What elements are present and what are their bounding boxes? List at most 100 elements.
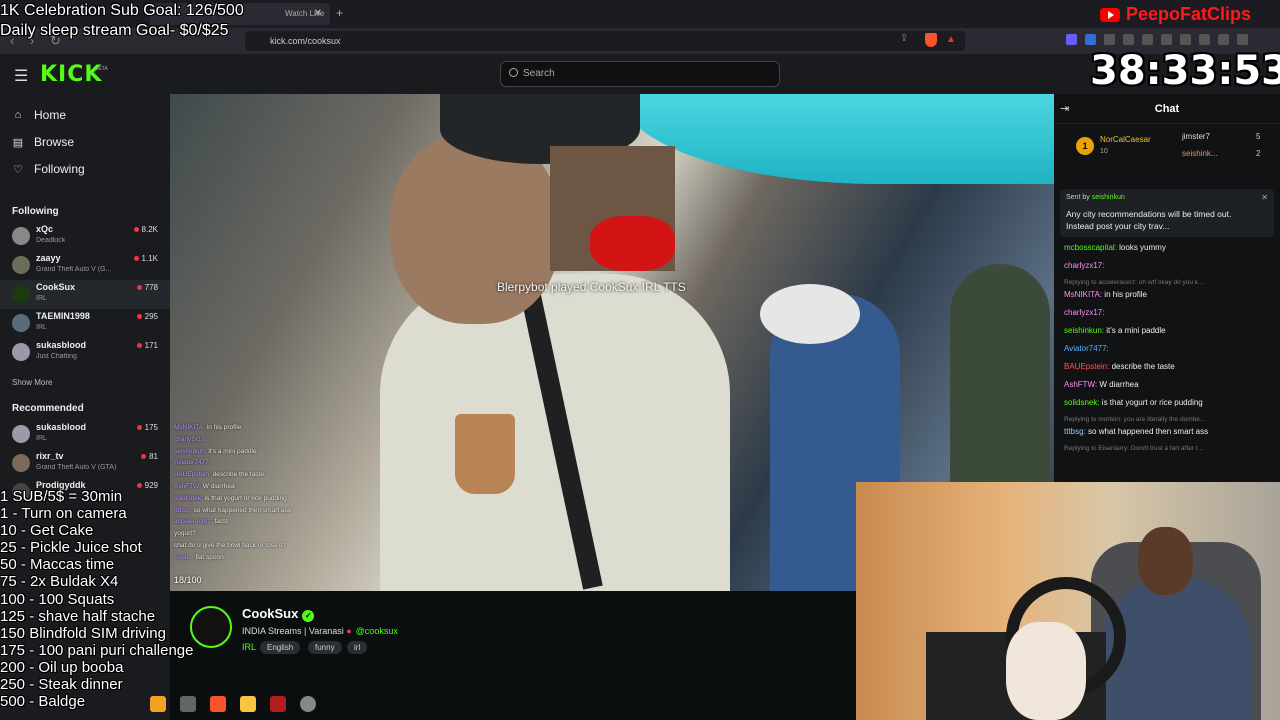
webcam-overlay [856,482,1280,720]
overlay-chat-text: in his profile [204,424,242,431]
overlay-chat-user: Aviator7477: [174,459,211,467]
extension-icon[interactable] [1085,34,1096,45]
overlay-chat-text: so what happened then smart ass [191,506,292,514]
kick-logo[interactable]: KICK [40,62,102,87]
overlay-chat-text: flat spoon [193,553,224,561]
leaderboard-rank-badge: 1 [1076,137,1094,155]
extension-icon[interactable] [1180,34,1191,45]
overlay-chat-text: W diarrhea [200,482,235,490]
webcam-head [1138,527,1193,595]
sidebar-nav-following[interactable]: ♡ Following [12,162,85,176]
viewer-count-value: 8.2K [141,225,158,234]
taskbar-app-icon[interactable] [270,696,286,712]
chat-username[interactable]: charlyzx17: [1064,261,1104,270]
live-dot-icon [133,227,139,232]
chat-username[interactable]: BAUEpstein: [1064,362,1109,371]
channel-name-heading[interactable]: CookSux ✓ [242,606,315,622]
overlay-chat-line: charlyzx17: [174,436,384,443]
channel-avatar[interactable] [190,606,232,648]
share-icon[interactable]: ⇪ [900,33,908,44]
close-tab-icon[interactable]: ✕ [314,8,322,19]
obs-icon[interactable] [300,696,316,712]
sidebar-nav-home[interactable]: ⌂ Home [12,108,66,122]
channel-category: Grand Theft Auto V (GTA) [36,464,117,471]
extension-icon[interactable] [1104,34,1115,45]
social-handle[interactable]: @cooksux [356,626,398,636]
overlay-chat-line: acceleracerz: facts [174,518,384,525]
chat-username[interactable]: solidsnek: [1064,398,1100,407]
viewer-count-value: 171 [144,341,158,350]
verified-badge-icon: ✓ [302,610,315,622]
extension-icon[interactable] [1199,34,1210,45]
url-field[interactable]: kick.com/cooksux [245,31,965,51]
overlay-chat-user: BAUEpstein: [174,471,211,479]
stream-tag[interactable]: funny [308,641,342,654]
stream-tag[interactable]: English [260,641,301,654]
chat-message: Aviator7477: [1064,344,1276,353]
viewer-count-value: 1.1K [141,254,158,263]
viewer-count-value: 175 [144,423,158,432]
nav-label: Home [34,108,67,122]
sub-reward-item: 1 - Turn on camera [0,505,127,523]
sub-goal-text: 1K Celebration Sub Goal: 126/500 [0,2,244,19]
chat-text: W diarrhea [1097,380,1139,389]
video-scene-hat [760,284,860,344]
channel-name: xQc [36,224,54,234]
extension-icon[interactable] [1066,34,1077,45]
sidebar-channel-zaayy[interactable]: zaayy Grand Theft Auto V (G... 1.1K [0,251,170,280]
sidebar-channel-taemin1998[interactable]: TAEMIN1998 IRL 295 [0,309,170,338]
brave-shield-icon[interactable] [925,33,937,47]
extension-icon[interactable] [1218,34,1229,45]
extension-icon[interactable] [1142,34,1153,45]
channel-name: CookSux [36,282,76,292]
tts-alert-text: Blerpybot played CookSux IRL TTS [497,280,686,294]
sidebar-recommended-rixr-tv[interactable]: rixr_tv Grand Theft Auto V (GTA) 81 [0,449,170,478]
sub-reward-item: 75 - 2x Buldak X4 [0,573,119,591]
search-input[interactable]: Search [500,61,780,87]
chat-username[interactable]: Aviator7477: [1064,344,1109,353]
stream-category[interactable]: IRL [242,642,256,652]
hamburger-menu-icon[interactable]: ☰ [14,66,28,86]
rewards-icon[interactable]: ▲ [946,34,956,45]
live-dot-icon [136,285,142,290]
chat-username[interactable]: seishinkun: [1064,326,1104,335]
sidebar-channel-sukasblood[interactable]: sukasblood Just Chatting 171 [0,338,170,367]
menu-icon[interactable] [1237,34,1248,45]
leaderboard-name[interactable]: jimster7 [1182,132,1210,141]
sidebar-recommended-sukasblood[interactable]: sukasblood IRL 175 [0,420,170,449]
new-tab-icon[interactable]: + [336,6,343,20]
extension-icon[interactable] [1123,34,1134,45]
pinned-by-user[interactable]: seishinkun [1092,194,1125,201]
chat-message: tttbsg: so what happened then smart ass [1064,427,1276,436]
unpin-icon[interactable]: ✕ [1261,193,1268,202]
sidebar-channel-cooksux[interactable]: CookSux IRL 778 [0,280,170,309]
viewer-count-value: 81 [149,452,158,461]
file-explorer-icon[interactable] [240,696,256,712]
nav-label: Following [34,162,85,176]
leaderboard-name[interactable]: seishink... [1182,149,1218,158]
chat-username[interactable]: charlyzx17: [1064,308,1104,317]
overlay-chat-line: BAUEpstein: describe the taste [174,471,384,478]
live-dot-icon [133,256,139,261]
chat-message: MsNIKITA: in his profile [1064,290,1276,299]
chat-message: mcbosscapital: looks yummy [1064,243,1276,252]
sidebar-channel-xqc[interactable]: xQc Deadlock 8.2K [0,222,170,251]
chat-username[interactable]: MsNIKITA: [1064,290,1102,299]
channel-name: sukasblood [36,340,87,350]
brave-browser-icon[interactable] [210,696,226,712]
leaderboard-name[interactable]: NorCalCaesar [1100,135,1151,144]
stream-tag[interactable]: irl [347,641,368,654]
chat-username[interactable]: AshFTW: [1064,380,1097,389]
sub-reward-item: 175 - 100 pani puri challenge [0,641,194,659]
live-dot-icon [141,454,147,459]
extension-icon[interactable] [1161,34,1172,45]
video-scene-ceiling [620,94,1054,184]
channel-category: Just Chatting [36,353,77,360]
sidebar-nav-browse[interactable]: ▤ Browse [12,135,74,149]
channel-category: Deadlock [36,237,66,244]
chat-username[interactable]: tttbsg: [1064,427,1086,436]
overlay-chat-line: tttbsg: so what happened then smart ass [174,507,384,514]
chat-message: charlyzx17: [1064,308,1276,317]
chat-username[interactable]: mcbosscapital: [1064,243,1117,252]
show-more-link[interactable]: Show More [12,378,52,387]
